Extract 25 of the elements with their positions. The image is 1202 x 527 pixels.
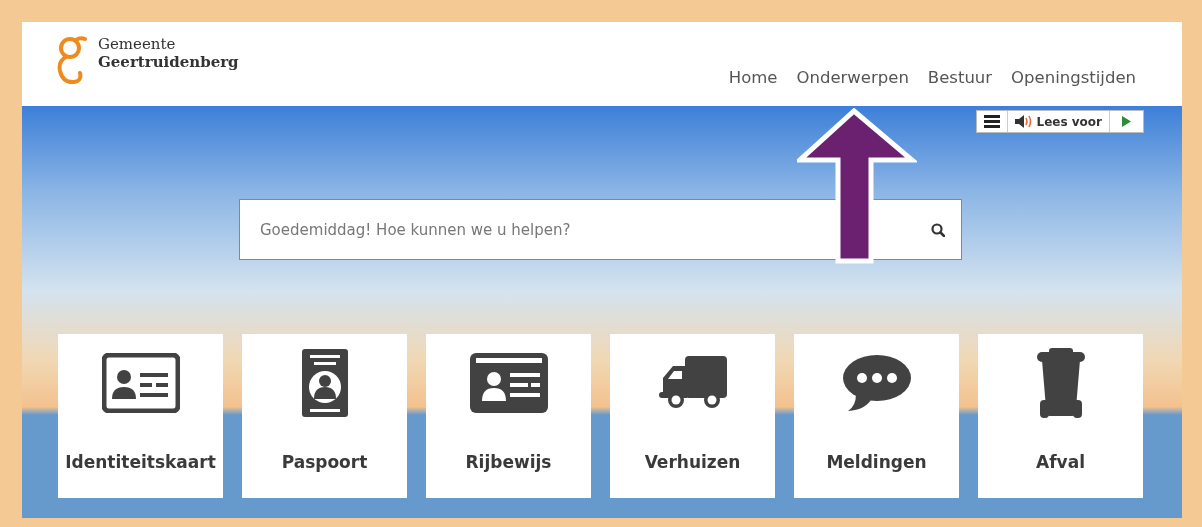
logo-text: Geertruidenberg — [98, 53, 239, 71]
nav-link[interactable]: Home — [728, 68, 778, 87]
search-bar[interactable]: Goedemiddag! Hoe kunnen we u helpen? — [239, 199, 962, 260]
passport-icon — [301, 349, 348, 417]
truck-icon — [658, 356, 727, 410]
service-tile[interactable]: Afval — [978, 334, 1143, 498]
search-field[interactable]: Goedemiddag! Hoe kunnen we u helpen? — [258, 219, 931, 240]
service-tile[interactable]: Identiteitskaart — [58, 334, 223, 498]
play-icon — [1122, 116, 1131, 127]
search-icon[interactable] — [931, 222, 945, 237]
nav-link[interactable]: Openingstijden — [1011, 68, 1136, 87]
logo-text: Gemeente — [98, 35, 177, 53]
service-tile[interactable]: Verhuizen — [610, 334, 775, 498]
service-tile[interactable]: Paspoort — [242, 334, 407, 498]
service-tile[interactable]: Rijbewijs — [426, 334, 591, 498]
waste-bin-icon — [1036, 348, 1085, 418]
service-tile[interactable]: Meldingen — [794, 334, 959, 498]
logo-icon — [56, 35, 88, 85]
nav-link[interactable]: Onderwerpen — [796, 68, 909, 87]
speech-bubble-icon — [841, 354, 912, 412]
menu-icon — [983, 115, 1000, 128]
nav-link[interactable]: Bestuur — [927, 68, 993, 87]
id-card-icon — [101, 353, 180, 413]
speaker-icon — [1014, 115, 1033, 128]
license-card-icon — [469, 353, 548, 413]
